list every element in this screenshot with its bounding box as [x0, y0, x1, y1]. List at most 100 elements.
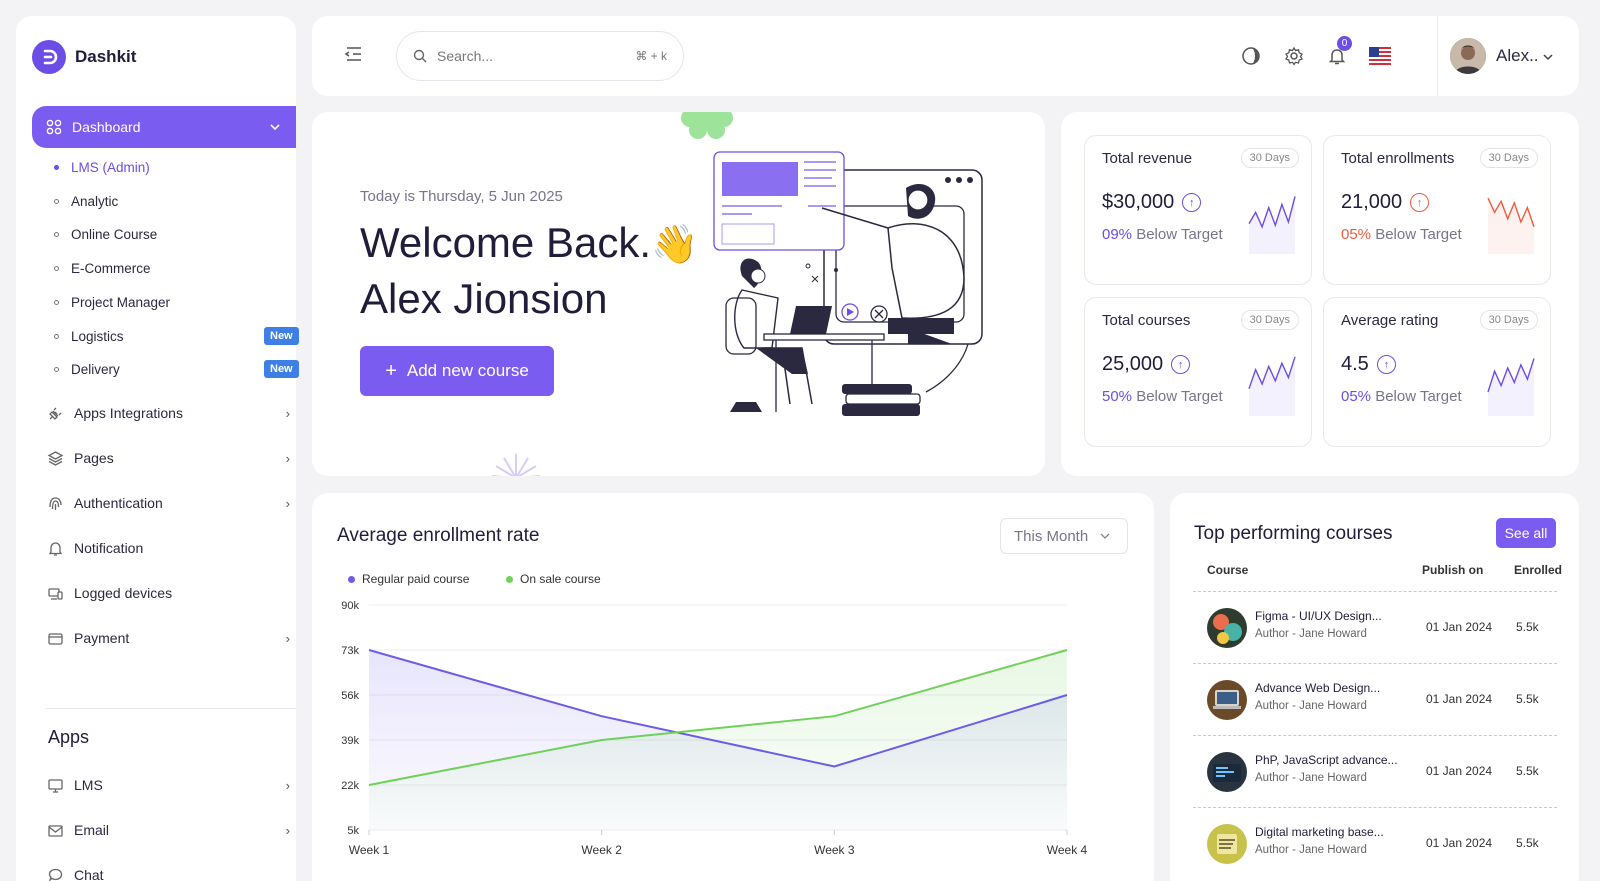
subitem-analytic[interactable]: Analytic: [54, 191, 304, 211]
chevron-right-icon: ›: [285, 822, 290, 838]
sparkline-area: [1249, 196, 1295, 254]
see-all-button[interactable]: See all: [1496, 518, 1556, 548]
sidebar-item-logged-devices[interactable]: Logged devices: [46, 582, 290, 604]
bullet-icon: [54, 164, 59, 170]
sidebar-item-label: Notification: [74, 540, 144, 556]
plug-icon: [46, 404, 64, 422]
chevron-right-icon: ›: [285, 777, 290, 793]
stat-card-average-rating[interactable]: Average rating 30 Days 4.5 ↑ 05% Below Ta…: [1323, 297, 1551, 447]
mail-icon: [46, 821, 64, 839]
course-publish-date: 01 Jan 2024: [1426, 620, 1493, 634]
table-row[interactable]: Advance Web Design... Author - Jane Howa…: [1193, 664, 1557, 736]
stat-value-text: 4.5: [1341, 353, 1369, 375]
sidebar-item-chat[interactable]: Chat: [46, 864, 290, 881]
stat-card-total-courses[interactable]: Total courses 30 Days 25,000 ↑ 50% Below …: [1084, 297, 1312, 447]
y-tick-label: 22k: [341, 780, 359, 792]
stat-subtext: 05% Below Target: [1341, 388, 1462, 405]
sidebar-item-email[interactable]: Email ›: [46, 819, 290, 841]
notification-bell-icon[interactable]: 0: [1325, 36, 1352, 68]
welcome-line-1: Welcome Back.: [360, 219, 651, 266]
course-publish-date: 01 Jan 2024: [1426, 692, 1493, 706]
subitem-label: Delivery: [71, 361, 120, 377]
sidebar-item-lms[interactable]: LMS ›: [46, 774, 290, 796]
x-tick-label: Week 1: [349, 843, 390, 857]
x-tick-label: Week 4: [1047, 843, 1088, 857]
chat-icon: [46, 866, 64, 881]
subitem-delivery[interactable]: Delivery New: [54, 359, 304, 379]
stat-subtext: 50% Below Target: [1102, 388, 1223, 405]
x-tick-label: Week 3: [814, 843, 855, 857]
us-flag-icon[interactable]: [1368, 44, 1392, 68]
top-bar: Search... ⌘ + k 0 Alex..: [312, 16, 1579, 96]
y-tick-label: 73k: [341, 645, 359, 657]
subitem-logistics[interactable]: Logistics New: [54, 326, 304, 346]
course-enrolled: 5.5k: [1516, 764, 1539, 778]
course-publish-date: 01 Jan 2024: [1426, 836, 1493, 850]
sidebar: Dashkit Dashboard LMS (Admin) Analytic O…: [16, 16, 299, 881]
stat-percent: 05%: [1341, 226, 1372, 243]
legend-dot: [348, 575, 355, 583]
stat-value-text: $30,000: [1102, 191, 1175, 213]
subitem-label: E-Commerce: [71, 260, 151, 276]
sidebar-item-label: Pages: [74, 450, 114, 466]
stat-value: 25,000 ↑: [1102, 353, 1191, 376]
monitor-icon: [46, 776, 64, 794]
sparkline-area: [1249, 356, 1295, 416]
add-new-course-button[interactable]: + Add new course: [360, 346, 554, 396]
search-bar[interactable]: Search... ⌘ + k: [396, 31, 684, 81]
stat-percent: 50%: [1102, 388, 1133, 405]
sidebar-item-notification[interactable]: Notification: [46, 537, 290, 559]
sidebar-item-authentication[interactable]: Authentication ›: [46, 492, 290, 514]
arrow-up-icon: ↑: [1171, 355, 1191, 374]
stat-card-total-enrollments[interactable]: Total enrollments 30 Days 21,000 ↑ 05% Be…: [1323, 135, 1551, 285]
course-thumbnail: [1207, 680, 1247, 720]
table-row[interactable]: Figma - UI/UX Design... Author - Jane Ho…: [1193, 592, 1557, 664]
subitem-project-manager[interactable]: Project Manager: [54, 292, 304, 312]
stat-card-total-revenue[interactable]: Total revenue 30 Days $30,000 ↑ 09% Below…: [1084, 135, 1312, 285]
subitem-label: Project Manager: [71, 294, 171, 310]
chevron-right-icon: ›: [285, 495, 290, 511]
search-input[interactable]: Search...: [437, 48, 635, 64]
sparkline-chart: [1248, 356, 1296, 416]
add-new-course-label: Add new course: [406, 361, 529, 380]
period-select-value: This Month: [1014, 527, 1089, 545]
enrollment-line-chart: 90k 73k 56k 39k 22k 5k Week 1 Week 2 Week 3 Week …: [341, 600, 1088, 857]
legend-item-on-sale[interactable]: On sale course: [506, 572, 601, 586]
sidebar-divider: [46, 708, 296, 709]
chevron-right-icon: ›: [285, 450, 290, 466]
gear-icon[interactable]: [1282, 44, 1306, 68]
legend-item-regular[interactable]: Regular paid course: [348, 572, 469, 586]
decorative-flower: [681, 112, 733, 139]
sidebar-item-label: Authentication: [74, 495, 163, 511]
sparkline-area: [1488, 358, 1534, 416]
sidebar-item-payment[interactable]: Payment ›: [46, 627, 290, 649]
search-shortcut: ⌘ + k: [635, 49, 667, 63]
sidebar-item-apps-integrations[interactable]: Apps Integrations ›: [46, 402, 290, 424]
stat-note: Below Target: [1375, 226, 1462, 243]
welcome-line-2: Alex Jionsion: [360, 275, 608, 322]
sidebar-item-label: Logged devices: [74, 585, 173, 601]
table-row[interactable]: PhP, JavaScript advance... Author - Jane…: [1193, 736, 1557, 808]
avatar[interactable]: [1450, 38, 1486, 74]
sidebar-item-label: Chat: [74, 867, 104, 881]
chevron-down-icon: [1543, 54, 1553, 61]
menu-toggle-icon[interactable]: [342, 42, 366, 66]
sidebar-item-label: Apps Integrations: [74, 405, 183, 421]
user-name[interactable]: Alex..: [1496, 46, 1553, 66]
sidebar-item-dashboard[interactable]: Dashboard: [32, 106, 296, 148]
wallet-icon: [46, 629, 64, 647]
waving-hand-icon: 👋: [651, 224, 699, 266]
sidebar-item-pages[interactable]: Pages ›: [46, 447, 290, 469]
sparkline-chart: [1248, 196, 1296, 254]
subitem-ecommerce[interactable]: E-Commerce: [54, 258, 304, 278]
apps-section-title: Apps: [48, 727, 90, 747]
subitem-online-course[interactable]: Online Course: [54, 224, 304, 244]
app-logo[interactable]: Dashkit: [32, 40, 136, 74]
theme-toggle-icon[interactable]: [1239, 44, 1263, 68]
grid-icon: [46, 119, 62, 135]
subitem-lms-admin[interactable]: LMS (Admin): [54, 157, 304, 177]
table-row[interactable]: Digital marketing base... Author - Jane …: [1193, 808, 1557, 880]
app-name: Dashkit: [75, 47, 137, 66]
period-select[interactable]: This Month: [1000, 518, 1128, 554]
stat-title: Average rating: [1341, 312, 1439, 329]
